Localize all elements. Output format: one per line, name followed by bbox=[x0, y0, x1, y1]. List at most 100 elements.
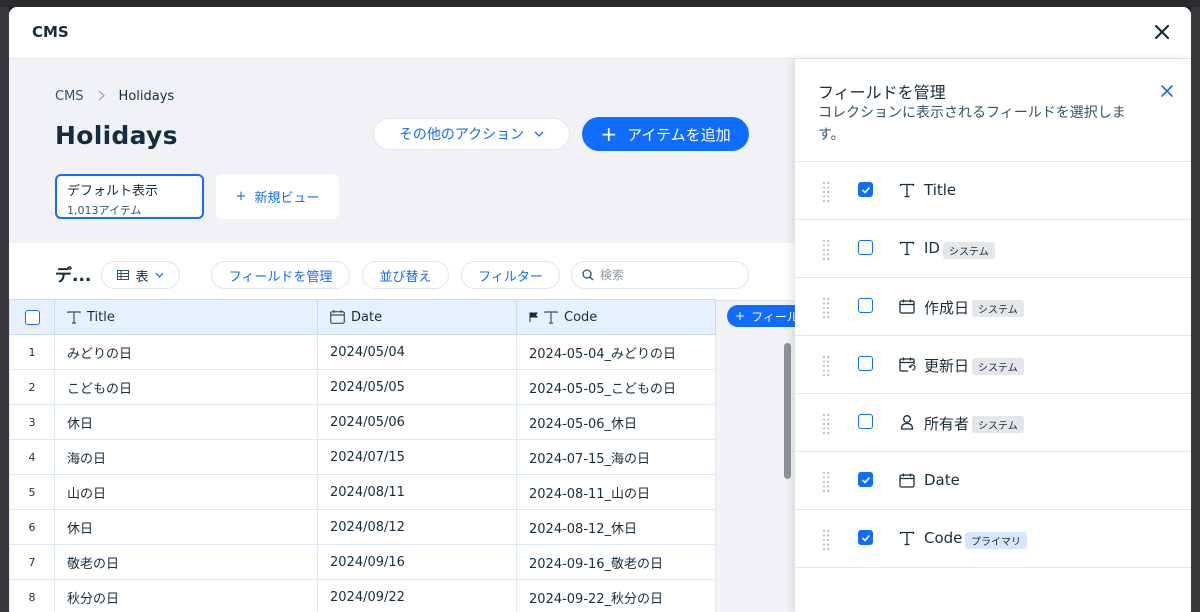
cell-code[interactable]: 2024-05-05_こどもの日 bbox=[516, 369, 716, 405]
cell-code[interactable]: 2024-09-22_秋分の日 bbox=[516, 579, 716, 612]
cell-date[interactable]: 2024/08/12 bbox=[317, 509, 517, 545]
field-checkbox[interactable] bbox=[858, 240, 873, 255]
table-body: 1 みどりの日 2024/05/04 2024-05-04_みどりの日 2 こどもの日 2… bbox=[9, 334, 716, 612]
field-name: 作成日 bbox=[924, 299, 970, 317]
select-all-header[interactable] bbox=[9, 299, 55, 335]
search-box[interactable] bbox=[571, 261, 749, 289]
cell-date[interactable]: 2024/09/16 bbox=[317, 544, 517, 580]
new-view-button[interactable]: + 新規ビュー bbox=[216, 174, 339, 219]
table-row[interactable]: 5 山の日 2024/08/11 2024-08-11_山の日 bbox=[9, 474, 716, 510]
field-checkbox[interactable] bbox=[858, 530, 873, 545]
panel-title: フィールドを管理 bbox=[818, 83, 946, 102]
breadcrumb: CMS Holidays bbox=[55, 89, 174, 104]
table-row[interactable]: 2 こどもの日 2024/05/05 2024-05-05_こどもの日 bbox=[9, 369, 716, 405]
cell-date[interactable]: 2024/07/15 bbox=[317, 439, 517, 475]
drag-handle-icon[interactable] bbox=[822, 529, 830, 551]
column-header-code[interactable]: Code bbox=[516, 299, 716, 335]
more-actions-label: その他のアクション bbox=[398, 127, 525, 143]
cell-title[interactable]: 敬老の日 bbox=[54, 544, 318, 580]
field-row[interactable]: ID システム bbox=[795, 220, 1191, 278]
plus-icon: + bbox=[600, 122, 618, 146]
cell-title[interactable]: みどりの日 bbox=[54, 334, 318, 370]
chevron-down-icon bbox=[534, 131, 544, 137]
table-row[interactable]: 7 敬老の日 2024/09/16 2024-09-16_敬老の日 bbox=[9, 544, 716, 580]
plus-icon: + bbox=[735, 309, 746, 323]
breadcrumb-root-link[interactable]: CMS bbox=[55, 89, 84, 104]
add-field-button[interactable]: + フィール bbox=[727, 305, 795, 327]
filter-button[interactable]: フィルター bbox=[461, 261, 560, 289]
field-row[interactable]: Title bbox=[795, 162, 1191, 220]
field-badge: システム bbox=[943, 242, 995, 259]
panel-close-button[interactable] bbox=[1161, 81, 1173, 102]
table-row[interactable]: 4 海の日 2024/07/15 2024-07-15_海の日 bbox=[9, 439, 716, 475]
view-default-tab[interactable]: デフォルト表示 1,013アイテム bbox=[55, 174, 204, 219]
select-all-checkbox[interactable] bbox=[24, 309, 40, 325]
layout-table-dropdown[interactable]: 表 bbox=[101, 261, 180, 289]
cms-modal: CMS CMS Holidays Holidays その他のアクション + アイ… bbox=[9, 7, 1191, 612]
cell-code[interactable]: 2024-08-12_休日 bbox=[516, 509, 716, 545]
field-row[interactable]: 所有者 システム bbox=[795, 394, 1191, 452]
drag-handle-icon[interactable] bbox=[822, 239, 830, 261]
column-date-label: Date bbox=[351, 309, 383, 325]
field-row[interactable]: 作成日 システム bbox=[795, 278, 1191, 336]
more-actions-button[interactable]: その他のアクション bbox=[373, 118, 570, 150]
cell-title[interactable]: 秋分の日 bbox=[54, 579, 318, 612]
column-title-label: Title bbox=[87, 309, 115, 325]
cell-date[interactable]: 2024/08/11 bbox=[317, 474, 517, 510]
cell-date[interactable]: 2024/05/06 bbox=[317, 404, 517, 440]
add-item-button[interactable]: + アイテムを追加 bbox=[582, 117, 749, 151]
field-checkbox[interactable] bbox=[858, 182, 873, 197]
vertical-scrollbar[interactable] bbox=[784, 343, 791, 479]
field-badge: プライマリ bbox=[965, 532, 1027, 549]
cell-code[interactable]: 2024-07-15_海の日 bbox=[516, 439, 716, 475]
field-checkbox[interactable] bbox=[858, 472, 873, 487]
drag-handle-icon[interactable] bbox=[822, 471, 830, 493]
field-name: Date bbox=[924, 471, 960, 489]
cell-code[interactable]: 2024-05-06_休日 bbox=[516, 404, 716, 440]
field-checkbox[interactable] bbox=[858, 298, 873, 313]
cell-date[interactable]: 2024/09/22 bbox=[317, 579, 517, 612]
cell-title[interactable]: こどもの日 bbox=[54, 369, 318, 405]
close-icon bbox=[1161, 85, 1173, 97]
chevron-right-icon bbox=[98, 90, 105, 104]
field-row[interactable]: Code プライマリ bbox=[795, 510, 1191, 568]
cell-title[interactable]: 休日 bbox=[54, 404, 318, 440]
breadcrumb-current: Holidays bbox=[118, 89, 175, 104]
cell-date[interactable]: 2024/05/05 bbox=[317, 369, 517, 405]
calendar-icon bbox=[898, 297, 916, 315]
field-row[interactable]: 更新日 システム bbox=[795, 336, 1191, 394]
manage-fields-button[interactable]: フィールドを管理 bbox=[211, 261, 350, 289]
table-row[interactable]: 3 休日 2024/05/06 2024-05-06_休日 bbox=[9, 404, 716, 440]
cell-code[interactable]: 2024-05-04_みどりの日 bbox=[516, 334, 716, 370]
modal-close-button[interactable] bbox=[1151, 21, 1173, 43]
text-type-icon bbox=[544, 310, 558, 324]
column-header-title[interactable]: Title bbox=[54, 299, 318, 335]
drag-handle-icon[interactable] bbox=[822, 181, 830, 203]
drag-handle-icon[interactable] bbox=[822, 413, 830, 435]
table-row[interactable]: 1 みどりの日 2024/05/04 2024-05-04_みどりの日 bbox=[9, 334, 716, 370]
filter-label: フィルター bbox=[478, 269, 543, 285]
cell-code[interactable]: 2024-08-11_山の日 bbox=[516, 474, 716, 510]
plus-icon: + bbox=[235, 189, 247, 204]
drag-handle-icon[interactable] bbox=[822, 297, 830, 319]
cell-date[interactable]: 2024/05/04 bbox=[317, 334, 517, 370]
table-row[interactable]: 8 秋分の日 2024/09/22 2024-09-22_秋分の日 bbox=[9, 579, 716, 612]
view-default-count: 1,013アイテム bbox=[67, 204, 142, 217]
table-layout-icon bbox=[117, 270, 130, 280]
cell-title[interactable]: 休日 bbox=[54, 509, 318, 545]
table-row[interactable]: 6 休日 2024/08/12 2024-08-12_休日 bbox=[9, 509, 716, 545]
search-input[interactable] bbox=[600, 268, 740, 282]
field-checkbox[interactable] bbox=[858, 356, 873, 371]
column-header-date[interactable]: Date bbox=[317, 299, 517, 335]
field-checkbox[interactable] bbox=[858, 414, 873, 429]
cell-title[interactable]: 海の日 bbox=[54, 439, 318, 475]
cell-code[interactable]: 2024-09-16_敬老の日 bbox=[516, 544, 716, 580]
text-type-icon bbox=[67, 310, 81, 324]
row-number: 1 bbox=[9, 334, 55, 370]
calendar-icon bbox=[330, 310, 345, 324]
cell-title[interactable]: 山の日 bbox=[54, 474, 318, 510]
drag-handle-icon[interactable] bbox=[822, 355, 830, 377]
sort-button[interactable]: 並び替え bbox=[362, 261, 449, 289]
field-row[interactable]: Date bbox=[795, 452, 1191, 510]
row-number: 2 bbox=[9, 369, 55, 405]
